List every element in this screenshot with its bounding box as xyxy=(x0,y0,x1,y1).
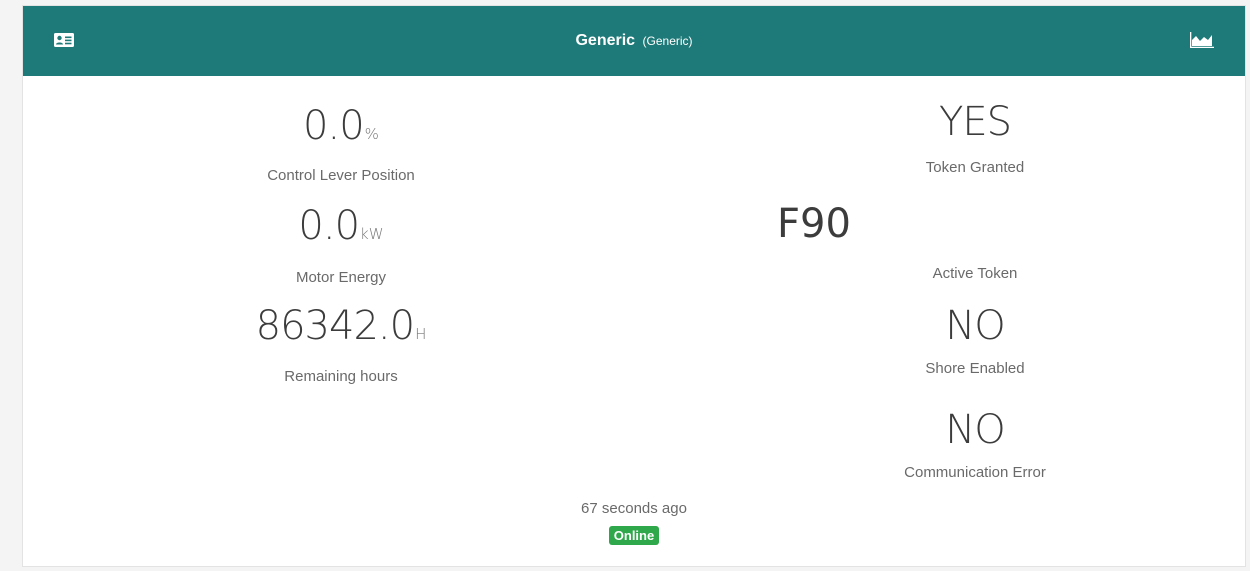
metric-unit: H xyxy=(415,325,427,343)
metric-label: Token Granted xyxy=(925,159,1025,176)
metric-unit: kW xyxy=(360,225,384,243)
metric-value: 0.0kW xyxy=(141,202,541,258)
active-token-value: F90 xyxy=(777,201,851,247)
metric-motor-energy: 0.0kW Motor Energy xyxy=(141,202,541,287)
last-update-text: 67 seconds ago xyxy=(581,500,687,517)
metric-shore-enabled: NO Shore Enabled xyxy=(775,302,1175,378)
metric-value: 0.0% xyxy=(141,102,541,158)
active-token-label: Active Token xyxy=(932,265,1018,282)
metric-number: 0.0 xyxy=(303,103,365,149)
page-title: Generic (Generic) xyxy=(23,31,1245,51)
metric-communication-error: NO Communication Error xyxy=(775,406,1175,482)
metric-value: 86342.0H xyxy=(141,302,541,358)
metric-value: YES xyxy=(938,99,1012,145)
metric-number: 0.0 xyxy=(298,203,360,249)
metric-remaining-hours: 86342.0H Remaining hours xyxy=(141,302,541,386)
metric-value: NO xyxy=(945,303,1005,349)
metric-control-lever-position: 0.0% Control Lever Position xyxy=(141,102,541,185)
card-header: Generic (Generic) xyxy=(23,6,1245,76)
metric-unit: % xyxy=(364,125,379,143)
device-card: Generic (Generic) 0.0% Control Lever Pos… xyxy=(22,5,1246,567)
metric-label: Control Lever Position xyxy=(267,167,415,184)
metric-label: Shore Enabled xyxy=(925,360,1025,377)
status-badge: Online xyxy=(608,526,660,545)
metric-number: 86342.0 xyxy=(255,303,415,349)
area-chart-icon[interactable] xyxy=(1189,32,1214,53)
device-name: Generic xyxy=(575,32,636,49)
device-type: (Generic) xyxy=(642,34,693,48)
metric-token-granted: YES Token Granted xyxy=(775,98,1175,177)
metric-label: Motor Energy xyxy=(295,269,387,286)
card-footer: 67 seconds ago Online xyxy=(23,500,1245,545)
metric-label: Communication Error xyxy=(904,464,1046,481)
metric-label: Remaining hours xyxy=(284,368,398,385)
metric-value: NO xyxy=(945,407,1005,453)
